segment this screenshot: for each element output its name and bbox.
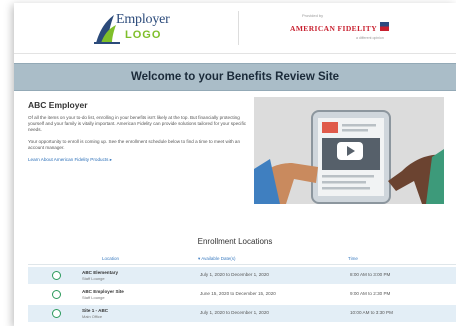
play-button[interactable] — [337, 142, 363, 160]
play-icon — [347, 146, 355, 156]
location-sub: Staff Lounge — [82, 295, 105, 300]
enrollment-title: Enrollment Locations — [197, 237, 273, 246]
welcome-banner: Welcome to your Benefits Review Site — [14, 63, 456, 91]
time-cell: 9:00 AM to 2:30 PM — [350, 291, 391, 296]
column-time[interactable]: Time — [348, 256, 358, 261]
table-row[interactable]: ABC Elementary Staff Lounge July 1, 2020… — [28, 267, 456, 284]
learn-products-link[interactable]: Learn About American Fidelity Products ▸ — [28, 157, 248, 163]
table-header: Location ▾ Available Date(s) Time — [28, 253, 456, 265]
page: Employer LOGO Provided by AMERICAN FIDEL… — [14, 3, 456, 326]
dates-cell: June 15, 2020 to December 15, 2020 — [200, 291, 276, 296]
af-name: AMERICAN FIDELITY — [290, 24, 378, 33]
select-radio[interactable] — [52, 290, 61, 299]
intro-paragraph-1: Of all the items on your to-do list, enr… — [28, 115, 247, 132]
location-sub: Main Office — [82, 314, 103, 319]
time-cell: 8:00 AM to 3:00 PM — [350, 272, 391, 277]
intro-paragraph-2: Your opportunity to enroll is coming up.… — [28, 139, 241, 150]
select-radio[interactable] — [52, 271, 61, 280]
employer-heading: ABC Employer — [28, 100, 88, 110]
location-cell: Site 1 - ABC Main Office — [82, 308, 108, 319]
page-title: Welcome to your Benefits Review Site — [130, 71, 340, 83]
header-divider — [238, 11, 239, 45]
table-row[interactable]: Site 1 - ABC Main Office July 1, 2020 to… — [28, 305, 456, 322]
location-sub: Staff Lounge — [82, 276, 105, 281]
af-prefix: Provided by — [302, 13, 324, 18]
american-fidelity-logo[interactable]: Provided by AMERICAN FIDELITY a differen… — [290, 13, 430, 40]
column-location[interactable]: Location — [102, 256, 119, 261]
table-row[interactable]: ABC Employer Site Staff Lounge June 15, … — [28, 286, 456, 303]
af-tagline: a different opinion — [356, 36, 384, 40]
time-cell: 10:00 AM to 3:30 PM — [350, 310, 393, 315]
dates-cell: July 1, 2020 to December 1, 2020 — [200, 310, 269, 315]
video-player[interactable] — [254, 97, 444, 204]
af-flag-icon — [380, 22, 390, 32]
header: Employer LOGO Provided by AMERICAN FIDEL… — [14, 3, 456, 54]
dates-cell: July 1, 2020 to December 1, 2020 — [200, 272, 269, 277]
employer-logo-subtext: LOGO — [125, 29, 162, 41]
intro-section: ABC Employer Of all the items on your to… — [28, 100, 248, 163]
employer-logo[interactable]: Employer LOGO — [92, 9, 192, 47]
location-cell: ABC Elementary Staff Lounge — [82, 270, 118, 281]
select-radio[interactable] — [52, 309, 61, 318]
location-cell: ABC Employer Site Staff Lounge — [82, 289, 124, 300]
column-available-dates[interactable]: ▾ Available Date(s) — [198, 256, 235, 262]
employer-logo-text: Employer — [116, 12, 170, 27]
